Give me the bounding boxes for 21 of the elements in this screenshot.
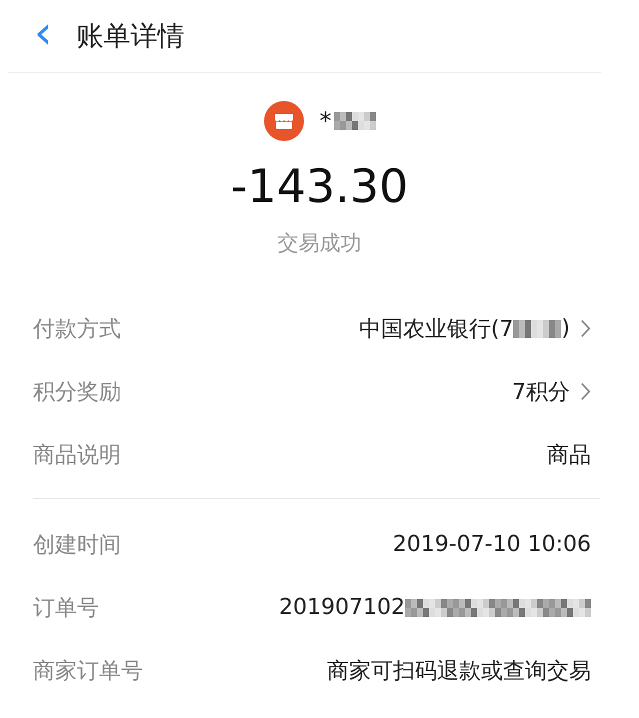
field-label: 积分奖励 <box>33 378 121 406</box>
page-title: 账单详情 <box>76 20 184 54</box>
field-label: 订单号 <box>33 594 99 622</box>
field-value: ) <box>561 316 570 341</box>
field-value: 商家可扫码退款或查询交易 <box>327 658 591 686</box>
amount-text: -143.30 <box>230 159 408 213</box>
payee-name: * <box>320 107 332 135</box>
field-label: 付款方式 <box>33 316 121 344</box>
back-button[interactable]: ‹ <box>30 12 56 60</box>
field-value: 2019-07-10 10:06 <box>392 532 591 557</box>
status-text: 交易成功 <box>278 230 362 257</box>
field-label: 商品说明 <box>33 442 121 470</box>
field-value: 商品 <box>547 442 591 470</box>
chevron-right-icon[interactable] <box>580 382 591 401</box>
chevron-right-icon[interactable] <box>580 319 591 338</box>
field-value: 201907102 <box>279 595 405 620</box>
field-label: 商家订单号 <box>33 658 143 686</box>
field-value: 中国农业银行(7 <box>358 316 514 344</box>
field-label: 创建时间 <box>33 532 121 560</box>
shop-icon <box>264 101 304 141</box>
field-value: 7积分 <box>512 378 570 406</box>
